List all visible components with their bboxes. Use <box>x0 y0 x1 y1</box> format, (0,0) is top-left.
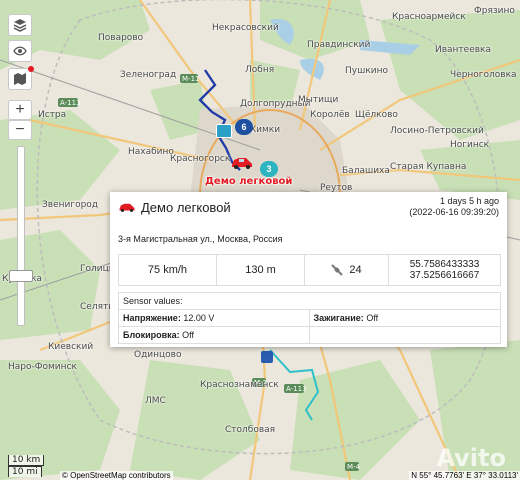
sensor-row: Блокировка: Off <box>119 327 500 343</box>
sensor-ignition: Зажигание: Off <box>310 310 501 326</box>
eye-icon <box>13 46 27 56</box>
layers-button[interactable] <box>8 14 32 36</box>
speed-value: 75 km/h <box>119 255 217 285</box>
svg-text:A-113: A-113 <box>60 99 81 107</box>
place-label: Столбовая <box>225 425 276 435</box>
vehicle-map-label[interactable]: Демо легковой <box>205 176 292 187</box>
latitude-value: 55.7586433333 <box>409 259 480 270</box>
layers-icon <box>13 19 27 32</box>
zoom-in-button[interactable]: + <box>8 100 32 120</box>
svg-text:M-11: M-11 <box>182 75 199 83</box>
cluster-badge[interactable]: 6 <box>235 119 253 135</box>
place-label: Черноголовка <box>450 70 517 80</box>
place-label: Правдинский <box>307 40 371 50</box>
timestamp: (2022-06-16 09:39:20) <box>409 207 499 217</box>
sensor-name: Зажигание: <box>313 313 364 323</box>
flag-icon[interactable] <box>216 124 232 138</box>
place-label: Одинцово <box>134 350 182 360</box>
place-label: Фрязино <box>474 6 515 16</box>
coordinates-cell: 55.7586433333 37.5256616667 <box>389 255 500 285</box>
place-label: Киевский <box>48 342 94 352</box>
place-label: ЛМС <box>145 396 166 406</box>
cursor-coordinates: N 55° 45.7763' E 37° 33.0113' <box>409 471 520 480</box>
sensor-name: Блокировка: <box>123 330 180 340</box>
notification-dot <box>28 66 34 72</box>
avito-watermark: Avito <box>436 444 506 472</box>
zoom-slider-track[interactable] <box>17 146 25 326</box>
svg-text:M-4: M-4 <box>347 463 361 471</box>
altitude-value: 130 m <box>217 255 305 285</box>
scale-mi: 10 mi <box>8 466 42 477</box>
place-label: Ивантеевка <box>435 45 492 55</box>
place-label: Щёлково <box>355 110 398 120</box>
time-ago: 1 days 5 h ago <box>439 196 499 206</box>
place-label: Королёв <box>310 110 350 120</box>
place-label: Старая Купавна <box>390 162 467 172</box>
map-type-button[interactable] <box>8 66 34 90</box>
place-label: Балашиха <box>342 166 390 176</box>
sensor-value: 12.00 V <box>183 313 215 323</box>
car-icon <box>232 158 252 169</box>
sensor-voltage: Напряжение: 12.00 V <box>119 310 310 326</box>
place-label: Наро-Фоминск <box>8 362 77 372</box>
car-icon <box>119 203 135 212</box>
sensors-table: Sensor values: Напряжение: 12.00 V Зажиг… <box>118 292 501 344</box>
sensors-header: Sensor values: <box>119 293 500 310</box>
map-attribution[interactable]: © OpenStreetMap contributors <box>60 471 173 480</box>
longitude-value: 37.5256616667 <box>409 270 480 281</box>
place-label: Химки <box>250 125 281 135</box>
sensor-lock: Блокировка: Off <box>119 327 310 343</box>
popup-title: Демо легковой <box>118 200 231 215</box>
satellites-value: 24 <box>349 264 362 276</box>
sensor-value: Off <box>182 330 194 340</box>
sensor-row: Напряжение: 12.00 V Зажигание: Off <box>119 310 500 327</box>
place-label: Лосино-Петровский <box>390 126 484 136</box>
vehicle-marker[interactable] <box>230 156 254 170</box>
place-label: Краснознаменск <box>200 380 279 390</box>
svg-text:A-113: A-113 <box>286 385 307 393</box>
sensor-empty <box>310 327 501 343</box>
place-label: Зеленоград <box>120 70 177 80</box>
zoom-slider-handle[interactable] <box>9 270 33 282</box>
place-label: Истра <box>38 110 67 120</box>
stats-row: 75 km/h 130 m 24 55.7586433333 37.525661… <box>118 254 501 286</box>
place-label: Лобня <box>245 65 275 75</box>
last-update: 1 days 5 h ago (2022-06-16 09:39:20) <box>409 196 499 218</box>
vehicle-name: Демо легковой <box>141 200 231 215</box>
satellite-icon <box>331 264 344 276</box>
place-label: Ногинск <box>450 140 490 150</box>
map-icon <box>14 73 26 85</box>
place-label: Поварово <box>98 33 144 43</box>
place-label: Пушкино <box>345 66 389 76</box>
place-label: Звенигород <box>42 200 99 210</box>
cluster-badge[interactable]: 3 <box>260 161 278 177</box>
vehicle-info-popup: Демо легковой 1 days 5 h ago (2022-06-16… <box>110 192 507 347</box>
parking-marker <box>261 351 273 363</box>
place-label: Красногорск <box>170 154 231 164</box>
place-label: Мытищи <box>298 95 339 105</box>
address: 3-я Магистральная ул., Москва, Россия <box>118 234 283 244</box>
place-label: Красноармейск <box>392 12 466 22</box>
place-label: Некрасовский <box>212 23 279 33</box>
visibility-button[interactable] <box>8 40 32 62</box>
sensor-name: Напряжение: <box>123 313 181 323</box>
scale-km: 10 km <box>8 455 45 466</box>
satellites-cell: 24 <box>305 255 389 285</box>
zoom-out-button[interactable]: − <box>8 120 32 140</box>
place-label: Нахабино <box>128 147 174 157</box>
sensor-value: Off <box>366 313 379 323</box>
